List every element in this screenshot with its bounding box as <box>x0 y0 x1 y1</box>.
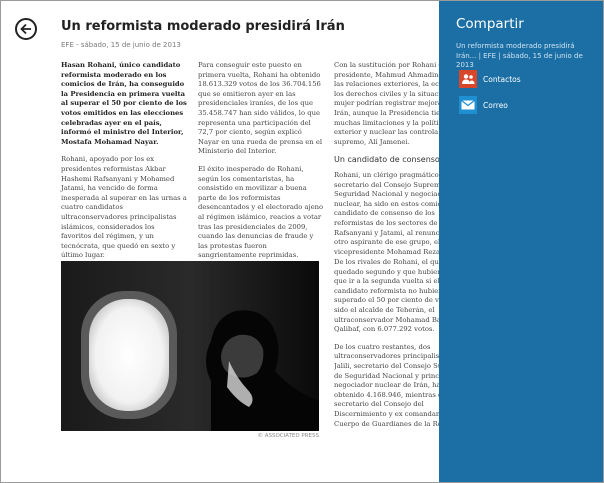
text-line: Qalibaf, con 6.077.292 votos. <box>334 325 435 334</box>
text-line: mujer podrían registrar mejoras e <box>334 99 440 108</box>
article-meta: EFE - sábado, 15 de junio de 2013 <box>61 41 181 49</box>
text-line: que ir a la segunda vuelta si el <box>334 277 440 286</box>
share-contacts-label: Contactos <box>483 74 521 84</box>
lead-paragraph: Hasan Rohani, único candidato reformista… <box>61 61 187 146</box>
text-line: exterior y nuclear las controla el lí <box>334 128 440 137</box>
text-line: las relaciones exteriores, la econo <box>334 80 440 89</box>
text-line: Seguridad Nacional y negociador <box>334 190 440 199</box>
text-line: secretario del Consejo del <box>334 400 424 409</box>
photo-airplane-window <box>61 261 319 431</box>
share-mail-label: Correo <box>483 100 508 110</box>
article-column-3: Con la sustitución por Rohani del a pres… <box>334 61 440 265</box>
text-line: vicepresidente Mohamad Reza Are <box>334 247 440 256</box>
text-line: de Seguridad Nacional y principal <box>334 371 440 380</box>
share-panel-title: Compartir <box>456 16 524 32</box>
share-mail-button[interactable]: Correo <box>459 95 599 115</box>
photo-credit: © ASSOCIATED PRESS <box>257 433 319 439</box>
text-line: nuclear, ha sido en estos comicios <box>334 199 440 208</box>
paragraph: Rohani, apoyado por los ex presidentes r… <box>61 155 187 260</box>
paragraph: Para conseguir este puesto en primera vu… <box>198 61 323 156</box>
text-line: obtenido 4.168.946, mientras que <box>334 390 440 399</box>
text-line: superado el 50 por ciento de votos <box>334 296 440 305</box>
text-line: otro aspirante de ese grupo, el ex <box>334 238 440 247</box>
share-panel-subtitle: Un reformista moderado presidirá Irán...… <box>456 42 583 69</box>
text-line: supremo, Alí Jamenei. <box>334 137 410 146</box>
text-line: De los cuatro restantes, dos <box>334 342 431 351</box>
back-arrow-icon <box>20 23 31 35</box>
article-column-1: Hasan Rohani, único candidato reformista… <box>61 61 187 269</box>
section-subhead: Un candidato de consenso <box>334 155 440 165</box>
text-line: candidato de consenso de los <box>334 209 435 218</box>
text-line: los derechos civiles y la situación <box>334 89 440 98</box>
share-contacts-button[interactable]: Contactos <box>459 69 599 89</box>
text-line: Discernimiento y ex comandante d <box>334 409 440 418</box>
text-line: Rafsanyani y Jatami, al renunciar e <box>334 228 440 237</box>
mail-icon <box>459 96 477 114</box>
article-title: Un reformista moderado presidirá Irán <box>61 19 345 34</box>
text-line: presidente, Mahmud Ahmadineya <box>334 70 440 79</box>
app-window: Un reformista moderado presidirá Irán EF… <box>0 0 604 483</box>
text-line: Irán, aunque la Presidencia tiene <box>334 108 440 117</box>
back-button[interactable] <box>15 18 37 40</box>
text-line: negociador nuclear de Irán, ha <box>334 381 440 390</box>
article-column-3-lower: De los rivales de Rohani, el que ha qued… <box>334 258 440 437</box>
text-line: Con la sustitución por Rohani del a <box>334 61 440 69</box>
text-line: sido el alcalde de Teherán, el <box>334 305 435 314</box>
text-line: Cuerpo de Guardianes de la Revolu <box>334 419 440 428</box>
article-column-2: Para conseguir este puesto en primera vu… <box>198 61 324 269</box>
share-panel: Compartir Un reformista moderado presidi… <box>439 1 603 482</box>
text-line: secretario del Consejo Supremo de <box>334 180 440 189</box>
people-icon <box>459 70 477 88</box>
text-line: Jalili, secretario del Consejo Supre <box>334 361 440 370</box>
article-photo <box>61 261 319 431</box>
text-line: muchas limitaciones y la política <box>334 118 440 127</box>
text-line: ultraconservador Mohamad Baghe <box>334 315 440 324</box>
text-line: quedado segundo y que hubiera te <box>334 267 440 276</box>
text-line: candidato reformista no hubiera <box>334 286 440 295</box>
text-line: De los rivales de Rohani, el que ha <box>334 258 440 266</box>
paragraph: El éxito inesperado de Rohani, según los… <box>198 164 324 260</box>
text-line: reformistas de los sectores de <box>334 218 438 227</box>
text-line: ultraconservadores principalistas, <box>334 352 440 361</box>
text-line: Rohani, un clérigo pragmático que <box>334 170 440 179</box>
